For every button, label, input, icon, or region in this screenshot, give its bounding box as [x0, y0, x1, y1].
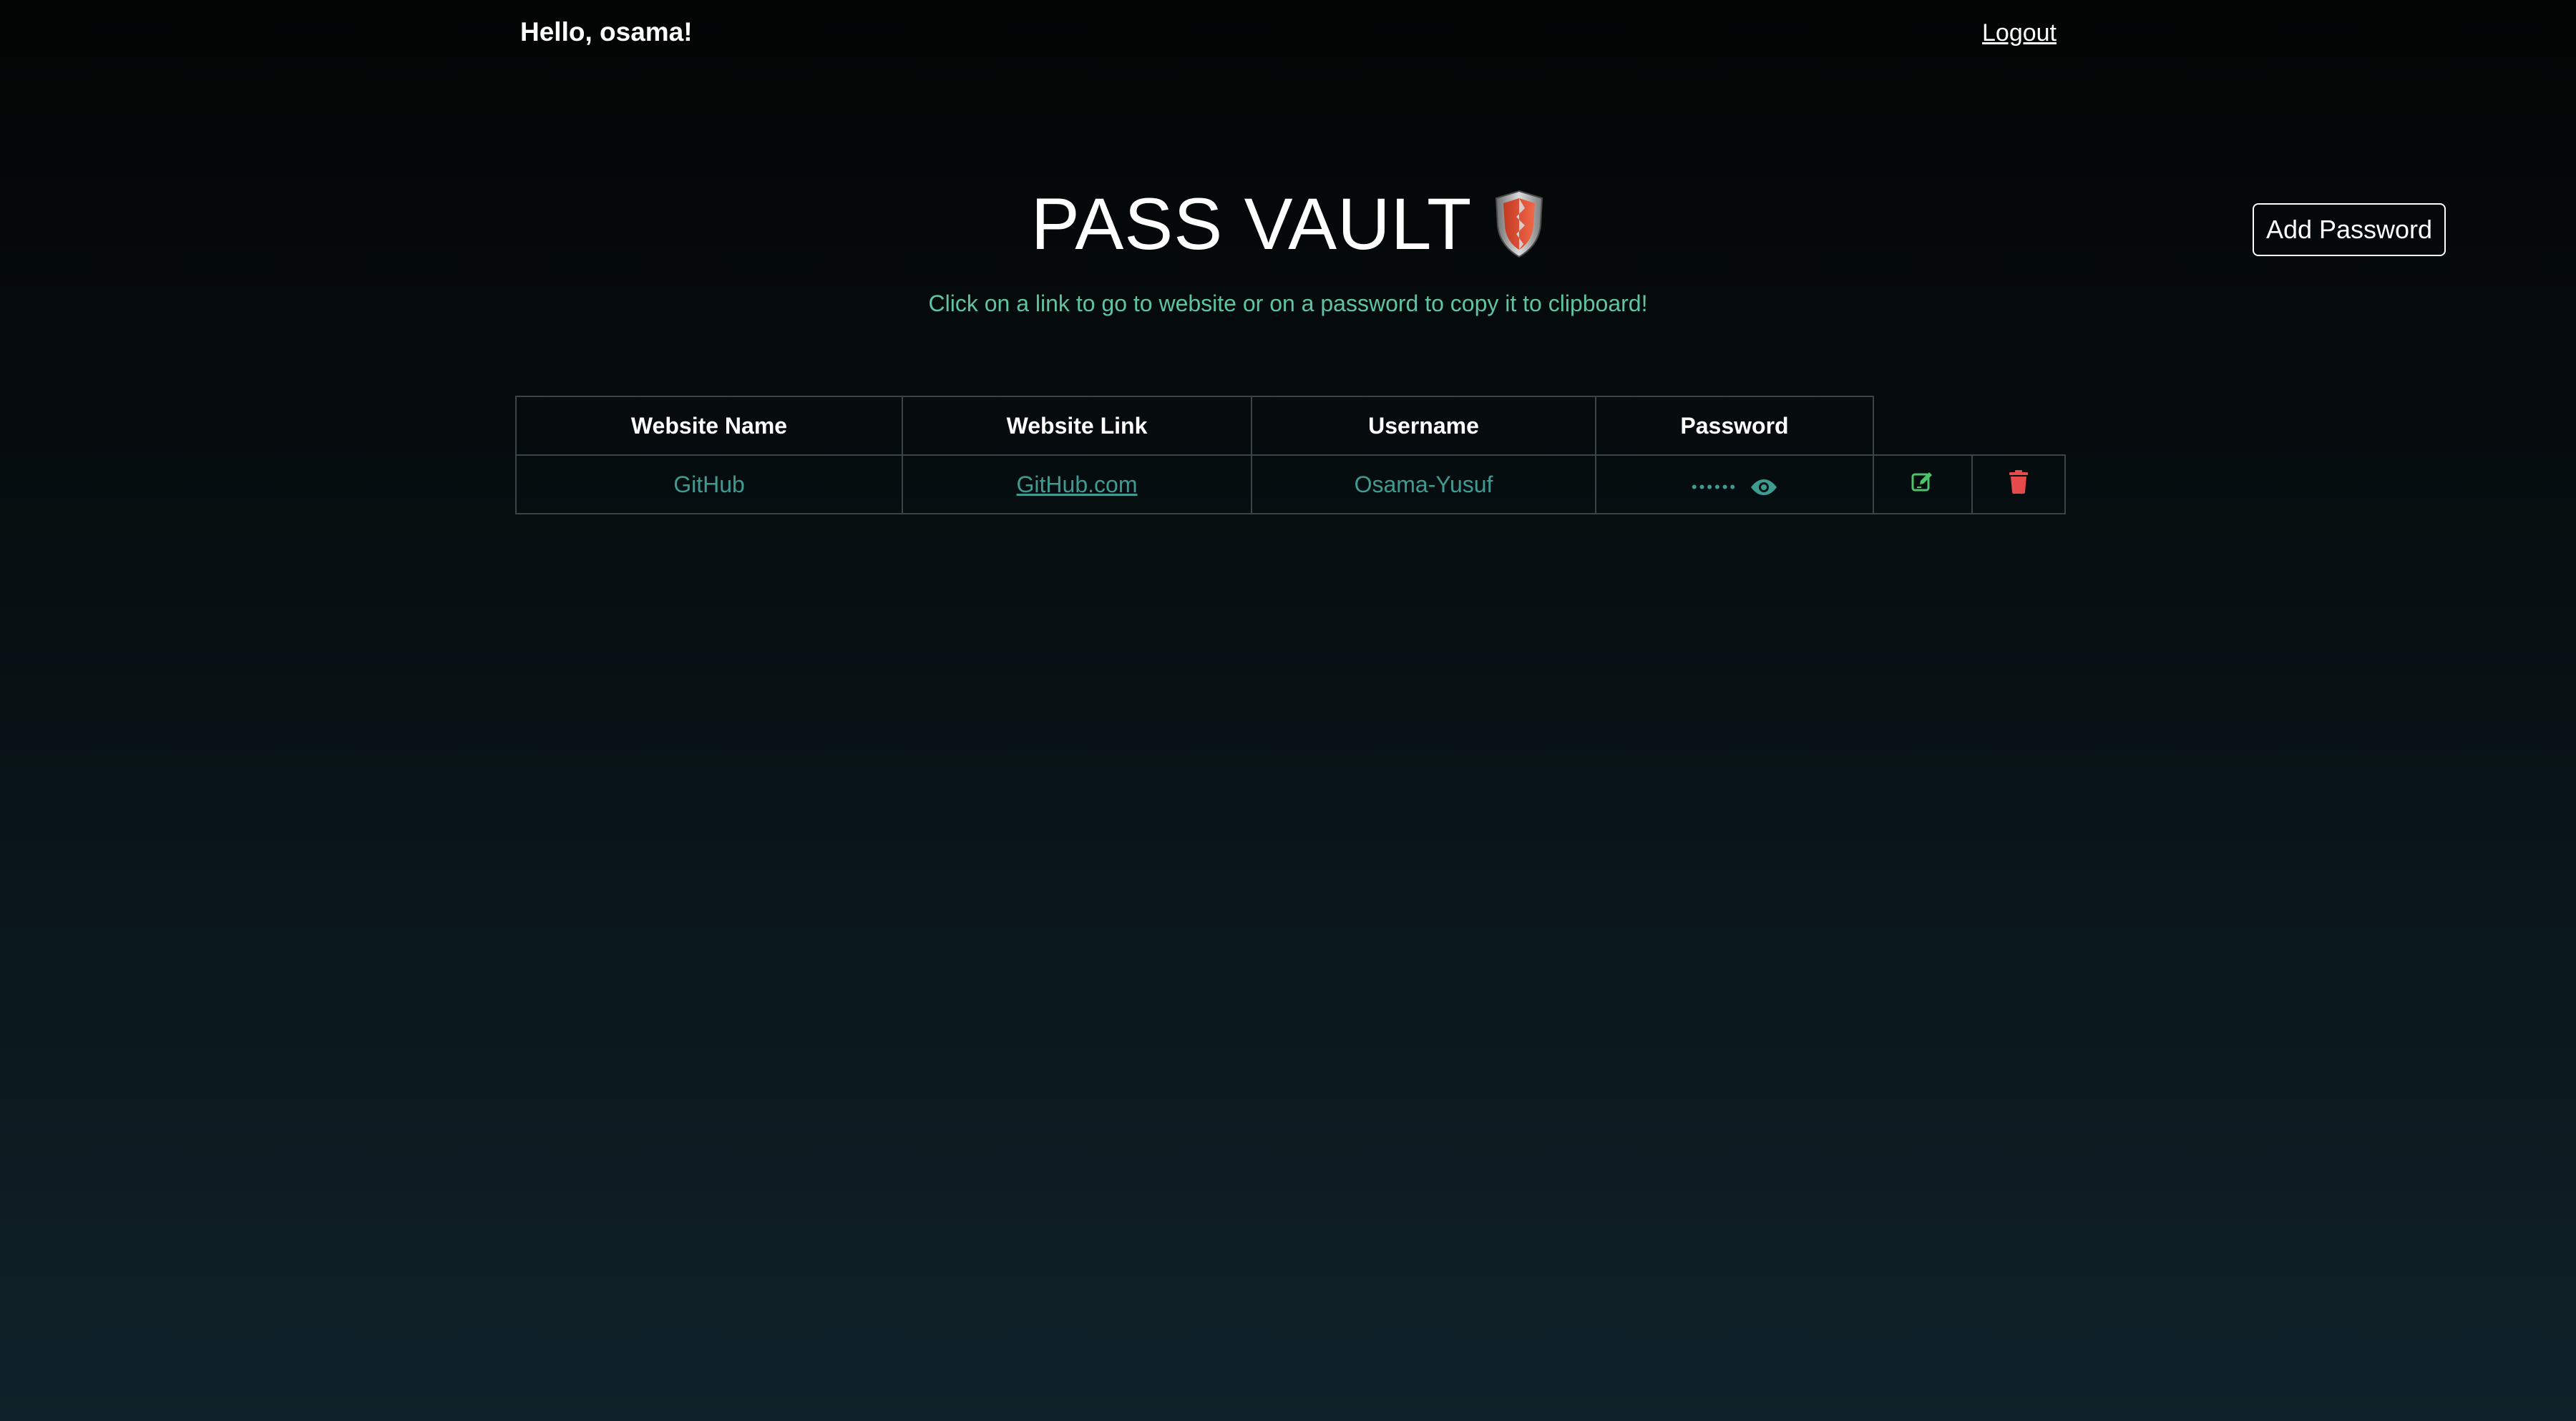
cell-username: Osama-Yusuf: [1251, 454, 1596, 514]
cell-delete: [1971, 454, 2066, 514]
edit-icon[interactable]: [1911, 469, 1935, 494]
table-header-row: Website Name Website Link Username Passw…: [515, 396, 2065, 456]
eye-icon[interactable]: [1750, 477, 1777, 497]
password-masked[interactable]: ••••••: [1692, 478, 1737, 497]
column-header-username: Username: [1251, 396, 1596, 456]
password-table: Website Name Website Link Username Passw…: [515, 396, 2066, 514]
shield-icon: [1493, 190, 1545, 258]
cell-password: ••••••: [1595, 454, 1874, 514]
instructions-text: Click on a link to go to website or on a…: [928, 290, 1648, 316]
add-password-button[interactable]: Add Password: [2253, 203, 2446, 256]
page-title: PASS VAULT: [1030, 183, 1473, 265]
logout-link[interactable]: Logout: [1982, 19, 2057, 47]
column-header-password: Password: [1595, 396, 1874, 456]
cell-website-name: GitHub: [515, 454, 903, 514]
table-row: GitHub GitHub.com Osama-Yusuf ••••••: [515, 454, 2066, 514]
trash-icon[interactable]: [2008, 469, 2029, 494]
column-header-blank: [1873, 396, 1972, 456]
password-group: ••••••: [1692, 477, 1777, 497]
title-row: PASS VAULT: [0, 187, 2576, 260]
greeting-text: Hello, osama!: [520, 17, 693, 47]
column-header-website-link: Website Link: [902, 396, 1252, 456]
cell-website-link: GitHub.com: [902, 454, 1252, 514]
column-header-website-name: Website Name: [515, 396, 903, 456]
website-link[interactable]: GitHub.com: [1017, 472, 1138, 497]
column-header-blank: [1972, 396, 2065, 456]
cell-edit: [1873, 454, 1973, 514]
